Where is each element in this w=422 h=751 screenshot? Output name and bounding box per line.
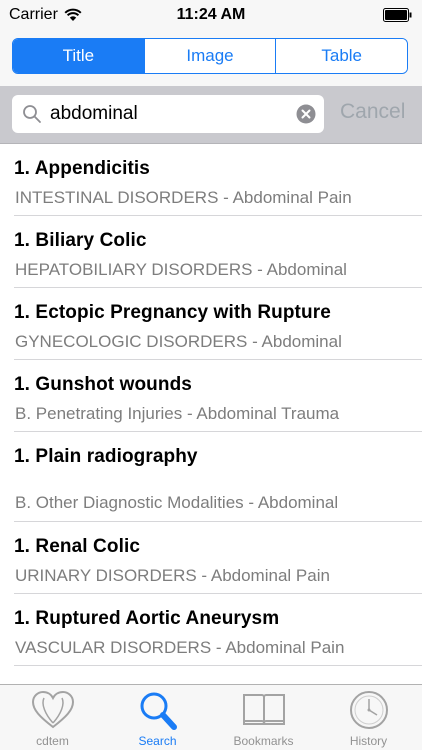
tab-search[interactable]: Search — [105, 685, 210, 751]
segment-image[interactable]: Image — [143, 39, 276, 73]
tab-cdtem[interactable]: cdtem — [0, 685, 105, 751]
list-item-title: 1. Renal Colic — [14, 536, 140, 557]
tab-bookmarks[interactable]: Bookmarks — [211, 685, 316, 751]
clock-icon — [349, 691, 388, 729]
list-item-subtitle: HEPATOBILIARY DISORDERS - Abdominal — [15, 260, 347, 279]
tab-history-label: History — [349, 734, 388, 748]
cancel-button[interactable]: Cancel — [340, 100, 405, 124]
list-item[interactable]: 1. Renal Colic URINARY DISORDERS - Abdom… — [0, 522, 422, 594]
clock-time: 11:24 AM — [176, 6, 246, 23]
list-item-title: 1. Plain radiography — [14, 446, 198, 467]
list-item-title: 1. Appendicitis — [14, 158, 150, 179]
list-item[interactable]: 1. Appendicitis INTESTINAL DISORDERS - A… — [0, 144, 422, 216]
list-item-subtitle: GYNECOLOGIC DISORDERS - Abdominal — [15, 332, 342, 351]
tab-bar: cdtem Search Bookmarks History — [0, 684, 422, 750]
list-item-subtitle: VASCULAR DISORDERS - Abdominal Pain — [15, 638, 345, 657]
battery-icon — [383, 8, 412, 22]
list-item-subtitle: B. Penetrating Injuries - Abdominal Trau… — [15, 404, 340, 423]
list-item-subtitle: INTESTINAL DISORDERS - Abdominal Pain — [15, 188, 352, 207]
results-list: 1. Appendicitis INTESTINAL DISORDERS - A… — [0, 144, 422, 666]
list-item[interactable]: 1. Ectopic Pregnancy with Rupture GYNECO… — [0, 288, 422, 360]
tab-history[interactable]: History — [316, 685, 421, 751]
heart-icon — [31, 690, 74, 729]
list-item[interactable]: 1. Biliary Colic HEPATOBILIARY DISORDERS… — [0, 216, 422, 288]
tab-bookmarks-label: Bookmarks — [233, 734, 294, 748]
search-query-text[interactable]: abdominal — [50, 103, 138, 125]
segment-table[interactable]: Table — [275, 39, 407, 73]
segment-area: Title Image Table — [0, 30, 422, 86]
list-item-title: 1. Gunshot wounds — [14, 374, 192, 395]
row-divider — [14, 665, 422, 666]
magnifier-icon — [140, 692, 177, 730]
list-item[interactable]: 1. Plain radiography B. Other Diagnostic… — [0, 432, 422, 522]
tab-cdtem-label: cdtem — [36, 734, 69, 748]
clear-icon[interactable] — [296, 104, 316, 124]
search-input[interactable]: abdominal — [12, 95, 324, 133]
list-item-subtitle: B. Other Diagnostic Modalities - Abdomin… — [15, 493, 339, 512]
list-item-title: 1. Ruptured Aortic Aneurysm — [14, 608, 280, 629]
segment-title[interactable]: Title — [13, 39, 144, 73]
list-item[interactable]: 1. Ruptured Aortic Aneurysm VASCULAR DIS… — [0, 594, 422, 666]
list-item-title: 1. Ectopic Pregnancy with Rupture — [14, 302, 331, 323]
list-item-title: 1. Biliary Colic — [14, 230, 147, 251]
status-bar: Carrier 11:24 AM — [0, 0, 422, 30]
tab-search-label: Search — [138, 734, 177, 748]
search-icon — [23, 105, 41, 123]
list-item-subtitle: URINARY DISORDERS - Abdominal Pain — [15, 566, 330, 585]
book-icon — [242, 694, 285, 725]
search-bar: abdominal Cancel — [0, 86, 422, 144]
list-item[interactable]: 1. Gunshot wounds B. Penetrating Injurie… — [0, 360, 422, 432]
search-scope-segmented-control: Title Image Table — [12, 38, 408, 74]
